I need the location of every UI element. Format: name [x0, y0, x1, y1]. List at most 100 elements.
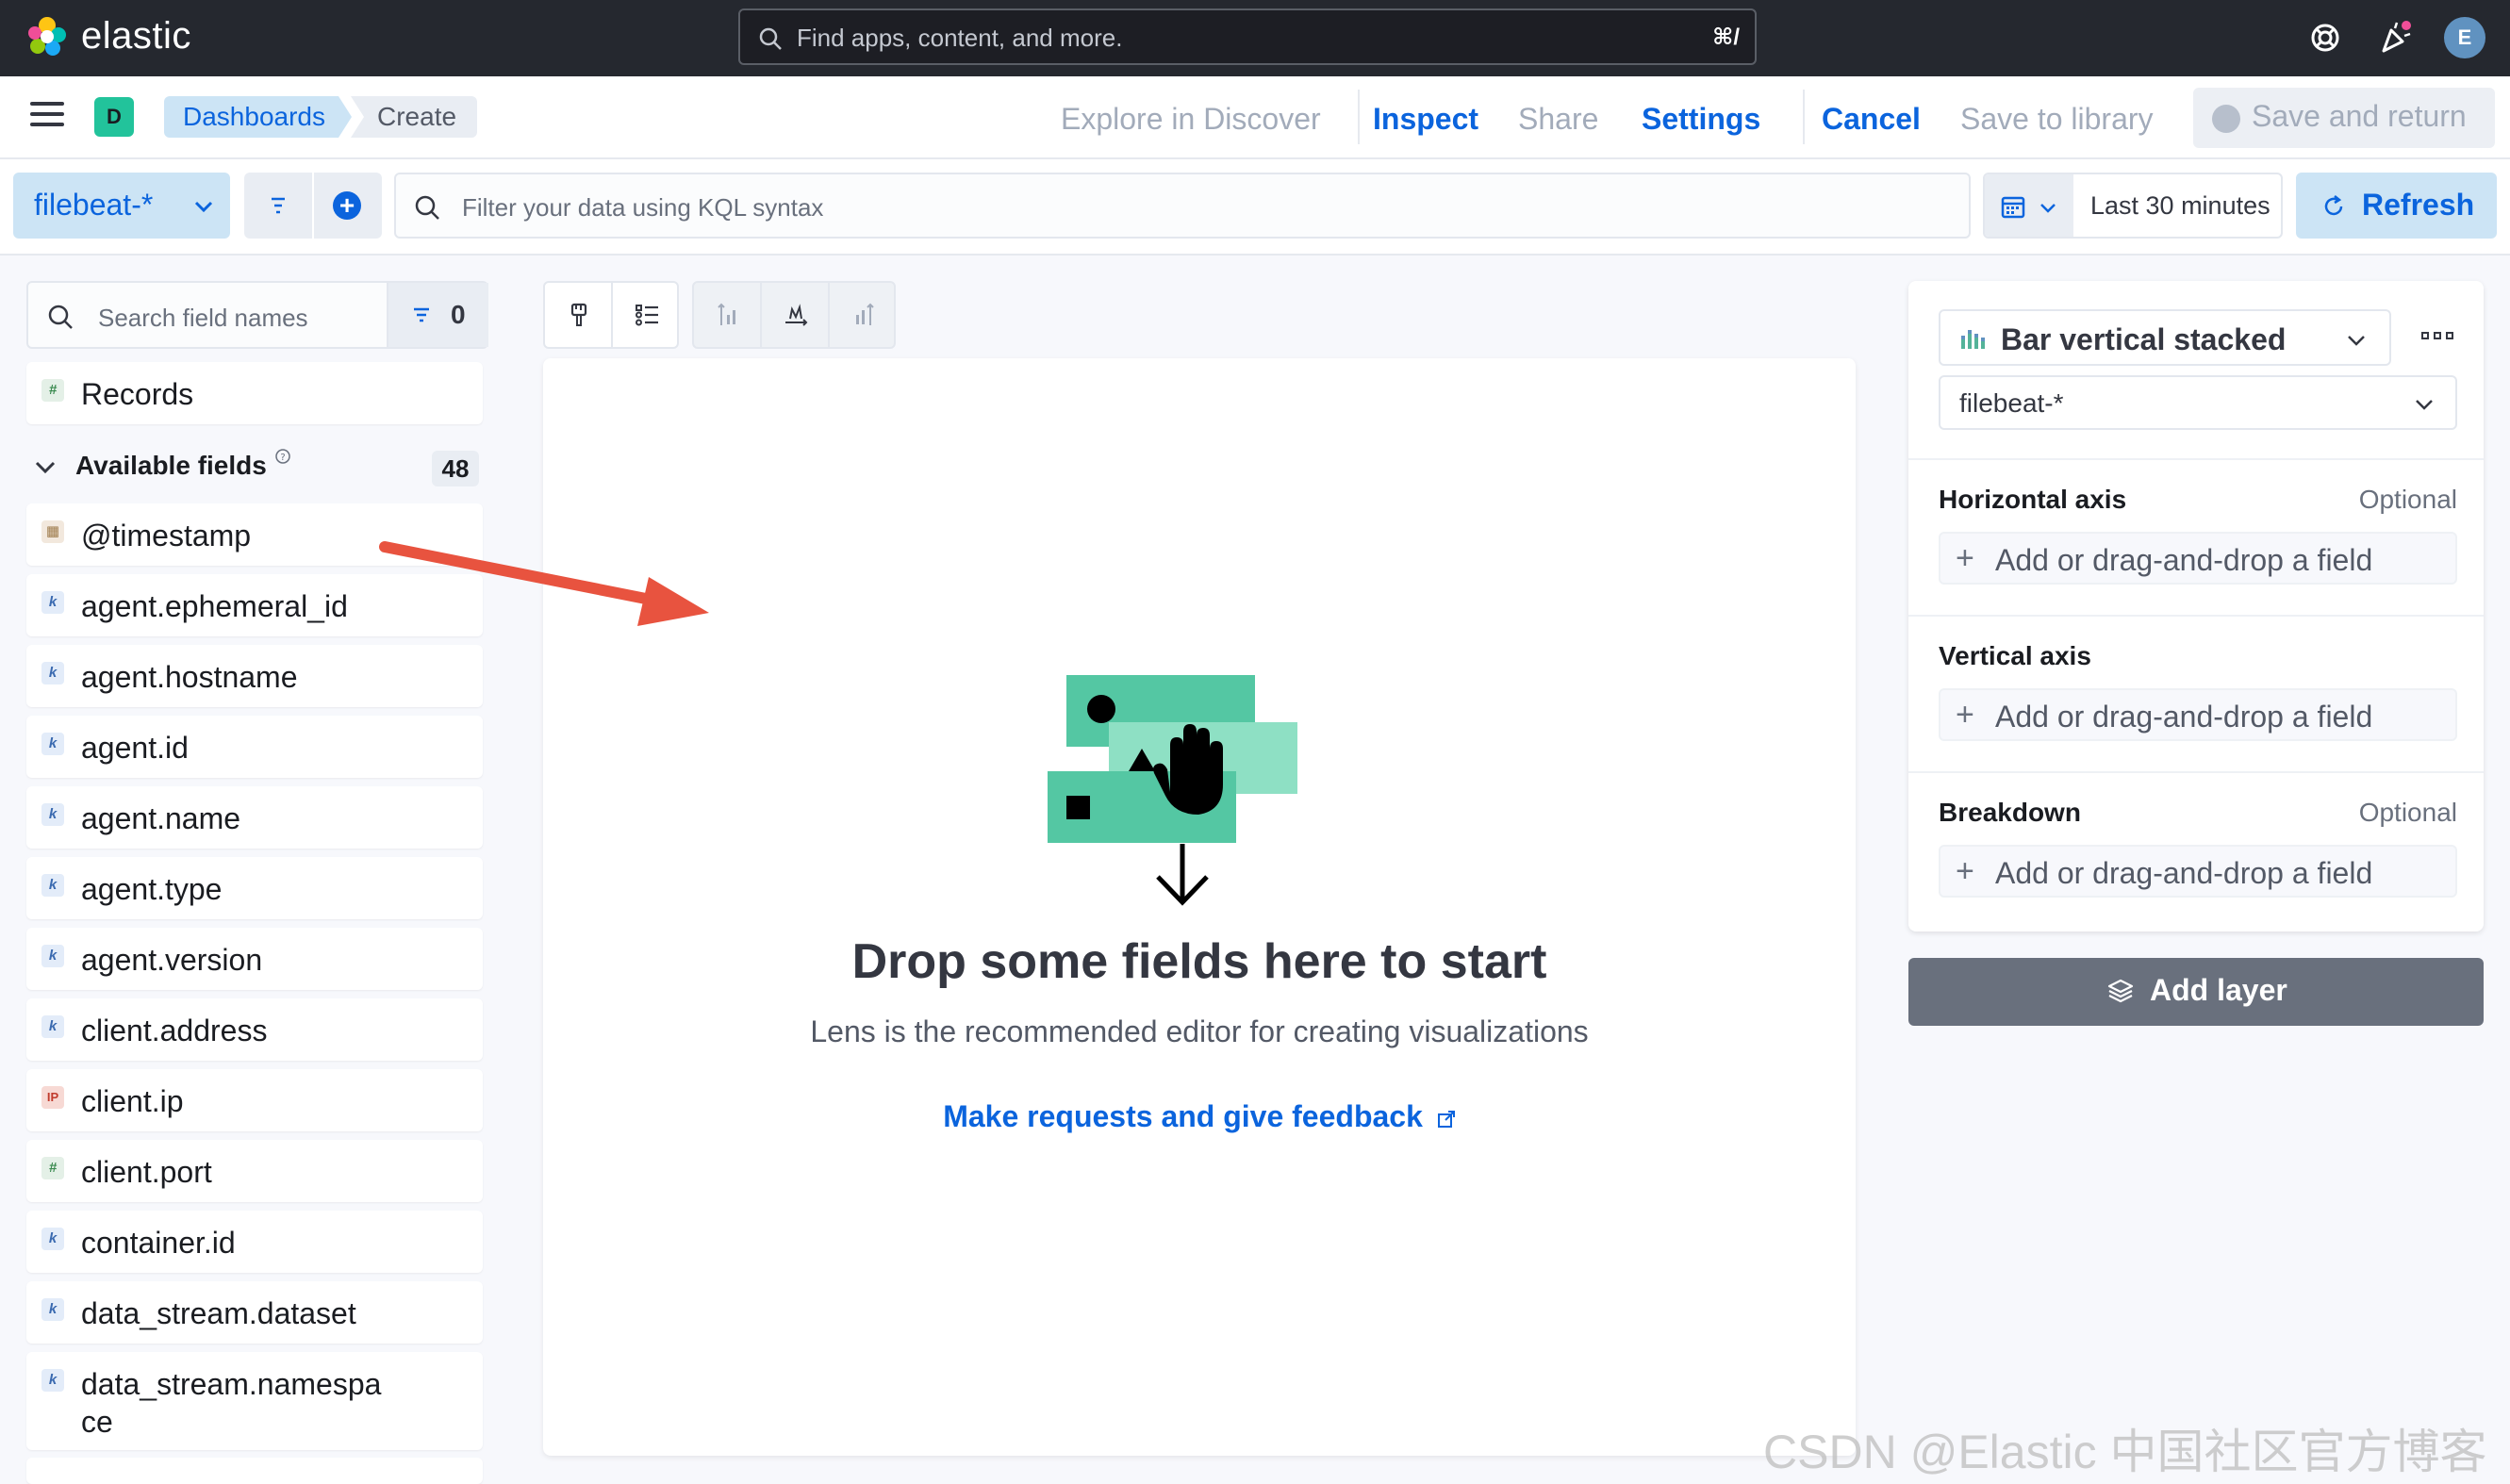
quick-date-menu-button[interactable] [1985, 174, 2073, 237]
layer-actions-icon[interactable] [2416, 315, 2459, 356]
help-icon[interactable] [2306, 19, 2344, 57]
field-item[interactable]: k agent.hostname [26, 645, 483, 707]
elastic-logo-icon[interactable] [26, 16, 68, 58]
feedback-link[interactable]: Make requests and give feedback [543, 1099, 1856, 1134]
field-item[interactable]: k agent.version [26, 928, 483, 990]
settings-link[interactable]: Settings [1642, 100, 1760, 138]
filter-actions: + [244, 173, 382, 239]
keyword-type-icon: k [41, 591, 64, 614]
field-type-filter-button[interactable]: 0 [387, 283, 488, 347]
brand-name: elastic [81, 15, 191, 57]
field-item[interactable]: k client.address [26, 998, 483, 1061]
keyword-type-icon: k [41, 1228, 64, 1250]
layer-data-view-select[interactable]: filebeat-* [1939, 375, 2457, 430]
user-avatar[interactable]: E [2444, 17, 2485, 58]
field-item[interactable]: IP client.ip [26, 1069, 483, 1131]
calendar-icon [2001, 196, 2025, 219]
question-circle-icon[interactable]: ? [273, 447, 292, 466]
empty-state-title: Drop some fields here to start [851, 934, 1547, 989]
bottom-axis-icon [785, 304, 808, 326]
app-toolbar: D Dashboards Create Explore in Discover … [0, 76, 2510, 159]
explore-in-discover-link[interactable]: Explore in Discover [1061, 100, 1321, 138]
field-label: data_stream.dataset [81, 1296, 356, 1330]
layer-data-view-label: filebeat-* [1959, 388, 2064, 418]
field-item[interactable]: k data_stream.namespa ce [26, 1352, 483, 1450]
field-item[interactable]: k agent.type [26, 857, 483, 919]
visualization-type-picker[interactable]: Bar vertical stacked [1939, 309, 2391, 366]
visualization-workspace[interactable]: Drop some fields here to start Lens is t… [543, 358, 1856, 1456]
cancel-link[interactable]: Cancel [1822, 100, 1921, 138]
search-icon [48, 305, 73, 329]
save-and-return-button[interactable]: Save and return [2193, 88, 2495, 148]
keyword-type-icon: k [41, 733, 64, 755]
keyword-type-icon: k [41, 874, 64, 897]
bottom-axis-button[interactable] [762, 283, 830, 347]
records-field[interactable]: # Records [26, 362, 483, 424]
share-link[interactable]: Share [1518, 100, 1598, 138]
field-label: agent.id [81, 731, 189, 765]
hamburger-menu-icon[interactable] [30, 102, 64, 132]
global-search-input[interactable]: Find apps, content, and more. ⌘/ [738, 8, 1757, 65]
field-item[interactable]: k agent.name [26, 786, 483, 849]
left-axis-button[interactable] [694, 283, 762, 347]
separator [312, 173, 314, 239]
empty-state-subtitle: Lens is the recommended editor for creat… [810, 1014, 1589, 1048]
add-filter-icon[interactable]: + [333, 191, 361, 220]
query-bar: filebeat-* + Filter your data using KQL … [0, 159, 2510, 256]
number-type-icon: # [41, 1157, 64, 1179]
chevron-down-icon [2416, 400, 2433, 410]
global-header: elastic Find apps, content, and more. ⌘/… [0, 0, 2510, 76]
keyword-type-icon: k [41, 1298, 64, 1321]
field-label: container.id [81, 1226, 236, 1260]
date-type-icon: ▦ [41, 520, 64, 543]
field-item[interactable] [26, 1458, 483, 1484]
keyword-type-icon: k [41, 662, 64, 684]
horizontal-axis-add-field[interactable]: + Add or drag-and-drop a field [1939, 532, 2457, 585]
keyword-type-icon: k [41, 1369, 64, 1392]
legend-button[interactable] [613, 283, 681, 347]
field-label: agent.hostname [81, 660, 298, 694]
breadcrumb-dashboards[interactable]: Dashboards [164, 96, 352, 138]
horizontal-axis-title: Horizontal axis [1939, 485, 2127, 514]
field-item[interactable]: k data_stream.dataset [26, 1281, 483, 1344]
refresh-label: Refresh [2362, 188, 2475, 222]
field-item[interactable]: # client.port [26, 1140, 483, 1202]
keyword-type-icon: k [41, 945, 64, 967]
add-layer-button[interactable]: Add layer [1908, 958, 2484, 1026]
time-range-label[interactable]: Last 30 minutes [2090, 191, 2271, 221]
watermark: CSDN @Elastic 中国社区官方博客 [1763, 1426, 2487, 1478]
keyword-type-icon: k [41, 1015, 64, 1038]
inspect-link[interactable]: Inspect [1373, 100, 1478, 138]
keyword-type-icon: k [41, 803, 64, 826]
breakdown-add-field[interactable]: + Add or drag-and-drop a field [1939, 845, 2457, 898]
bar-chart-icon [1961, 330, 1985, 349]
space-avatar[interactable]: D [94, 97, 134, 137]
add-layer-label: Add layer [2150, 973, 2287, 1007]
style-button[interactable] [545, 283, 613, 347]
plus-icon: + [1956, 697, 1974, 733]
available-fields-count: 48 [432, 451, 479, 486]
optional-label: Optional [2358, 485, 2457, 514]
field-label: agent.type [81, 872, 223, 906]
vertical-axis-title: Vertical axis [1939, 641, 2091, 670]
save-to-library-link[interactable]: Save to library [1960, 100, 2154, 138]
field-search-placeholder: Search field names [98, 304, 308, 332]
refresh-button[interactable]: Refresh [2296, 173, 2497, 239]
data-view-picker[interactable]: filebeat-* [13, 173, 230, 239]
field-search-input[interactable]: Search field names 0 [26, 281, 488, 349]
right-axis-button[interactable] [830, 283, 898, 347]
search-icon [415, 195, 439, 220]
search-placeholder: Find apps, content, and more. [797, 24, 1123, 52]
data-view-label: filebeat-* [34, 188, 154, 222]
filter-icon[interactable] [263, 193, 293, 218]
vertical-axis-add-field[interactable]: + Add or drag-and-drop a field [1939, 688, 2457, 741]
add-field-label: Add or drag-and-drop a field [1995, 543, 2373, 577]
news-feed-icon[interactable] [2376, 19, 2414, 57]
plus-icon: + [1956, 853, 1974, 889]
workspace-toolbar [543, 281, 679, 349]
field-item[interactable]: k agent.id [26, 716, 483, 778]
kql-query-input[interactable]: Filter your data using KQL syntax [394, 173, 1971, 239]
field-item[interactable]: k container.id [26, 1211, 483, 1273]
available-fields-accordion[interactable]: Available fields ? 48 [26, 443, 483, 490]
annotation-arrow [379, 541, 709, 626]
